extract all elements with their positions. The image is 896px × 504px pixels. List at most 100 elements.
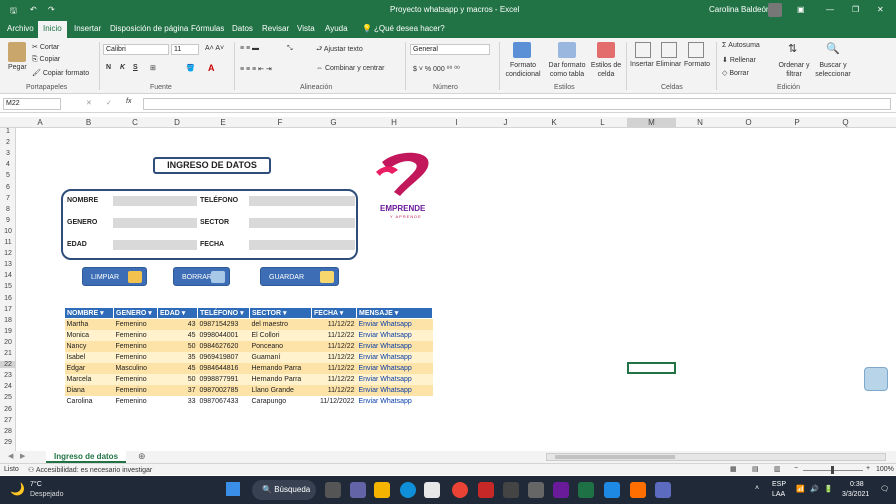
find-select-button[interactable]: Buscar y seleccionar xyxy=(813,61,853,79)
teams-icon[interactable] xyxy=(350,482,366,498)
ribbon-display-icon[interactable]: ▣ xyxy=(797,5,805,14)
sort-filter-icon[interactable]: ⇅ xyxy=(788,42,797,55)
accounting-icon[interactable]: $ ˅ % 000 ⁰⁰ ⁰⁰ xyxy=(413,65,460,73)
sort-filter-button[interactable]: Ordenar y filtrar xyxy=(777,61,811,79)
clock-time[interactable]: 0:38 xyxy=(850,481,864,488)
selected-cell[interactable] xyxy=(627,362,676,374)
column-header[interactable]: P xyxy=(773,118,821,127)
font-name-select[interactable]: Calibri xyxy=(103,44,169,55)
cell-mensaje[interactable]: Enviar Whatsapp xyxy=(356,362,433,374)
autosum-button[interactable]: Σ Autosuma xyxy=(722,42,760,49)
whatsapp-macro-icon[interactable] xyxy=(864,367,888,391)
undo-icon[interactable]: ↶ xyxy=(30,5,37,14)
borrar-button[interactable]: BORRAR xyxy=(173,267,230,286)
clear-button[interactable]: ◇ Borrar xyxy=(722,69,749,77)
taskbar-search[interactable]: 🔍 Búsqueda xyxy=(252,480,316,500)
header-fecha[interactable]: FECHA ▾ xyxy=(311,307,357,319)
tell-me-search[interactable]: ¿Qué desea hacer? xyxy=(374,24,445,33)
tab-datos[interactable]: Datos xyxy=(232,24,253,33)
row-header[interactable]: 29 xyxy=(0,439,16,446)
language[interactable]: ESP xyxy=(772,481,786,488)
row-header[interactable]: 21 xyxy=(0,350,16,357)
column-header[interactable]: N xyxy=(676,118,724,127)
number-format-select[interactable]: General xyxy=(410,44,490,55)
column-header[interactable]: G xyxy=(311,118,356,127)
header-sector[interactable]: SECTOR ▾ xyxy=(249,307,312,319)
app-icon[interactable] xyxy=(528,482,544,498)
language-layout[interactable]: LAA xyxy=(772,491,785,498)
column-header[interactable]: L xyxy=(578,118,627,127)
page-layout-icon[interactable]: ▤ xyxy=(752,465,759,473)
header-telefono[interactable]: TELÉFONO ▾ xyxy=(197,307,250,319)
clock-date[interactable]: 3/3/2021 xyxy=(842,491,869,498)
cell-styles-icon[interactable] xyxy=(597,42,615,58)
zoom-out-icon[interactable]: − xyxy=(794,465,798,472)
row-header[interactable]: 8 xyxy=(0,206,16,213)
horizontal-scrollbar[interactable] xyxy=(546,453,886,461)
save-icon[interactable]: 🖫 xyxy=(10,5,17,19)
column-header[interactable]: I xyxy=(432,118,481,127)
enter-icon[interactable]: ✓ xyxy=(106,99,112,107)
column-header[interactable]: F xyxy=(249,118,311,127)
guardar-button[interactable]: GUARDAR xyxy=(260,267,339,286)
column-header[interactable]: A xyxy=(16,118,64,127)
row-header[interactable]: 19 xyxy=(0,328,16,335)
row-header[interactable]: 18 xyxy=(0,317,16,324)
tab-ayuda[interactable]: Ayuda xyxy=(325,24,348,33)
format-cells-button[interactable]: Formato xyxy=(684,61,710,68)
row-header[interactable]: 20 xyxy=(0,339,16,346)
scrollbar-thumb[interactable] xyxy=(555,455,675,459)
row-header[interactable]: 24 xyxy=(0,383,16,390)
illustrator-icon[interactable] xyxy=(630,482,646,498)
tab-archivo[interactable]: Archivo xyxy=(7,24,34,33)
find-select-icon[interactable]: 🔍 xyxy=(826,42,840,55)
header-mensaje[interactable]: MENSAJE ▾ xyxy=(356,307,433,319)
delete-cells-button[interactable]: Eliminar xyxy=(656,61,681,68)
orientation-icon[interactable]: ⤡ xyxy=(287,45,293,53)
font-grow-icon[interactable]: A˄ A˅ xyxy=(205,45,224,52)
format-cells-icon[interactable] xyxy=(688,42,704,58)
minimize-icon[interactable]: — xyxy=(826,5,834,14)
row-header[interactable]: 23 xyxy=(0,372,16,379)
column-header[interactable]: D xyxy=(157,118,197,127)
file-explorer-icon[interactable] xyxy=(374,482,390,498)
column-header[interactable]: M xyxy=(627,118,676,127)
sector-field[interactable] xyxy=(249,218,355,228)
fill-color-icon[interactable]: 🪣 xyxy=(186,64,195,72)
store-icon[interactable] xyxy=(424,482,440,498)
tab-formulas[interactable]: Fórmulas xyxy=(191,24,224,33)
tab-inicio[interactable]: Inicio xyxy=(38,21,67,38)
row-header[interactable]: 25 xyxy=(0,394,16,401)
insert-cells-button[interactable]: Insertar xyxy=(630,61,654,68)
page-break-icon[interactable]: ▥ xyxy=(774,465,781,473)
zoom-level[interactable]: 100% xyxy=(876,466,894,473)
column-header[interactable]: H xyxy=(356,118,432,127)
header-genero[interactable]: GENERO ▾ xyxy=(113,307,158,319)
name-box[interactable]: M22 xyxy=(3,98,61,110)
row-header[interactable]: 12 xyxy=(0,250,16,257)
zoom-slider-thumb[interactable] xyxy=(831,466,834,474)
sheet-scroll-right-icon[interactable]: ▶ xyxy=(20,452,25,460)
row-header[interactable]: 6 xyxy=(0,184,16,191)
column-header[interactable]: B xyxy=(64,118,113,127)
tab-insertar[interactable]: Insertar xyxy=(74,24,101,33)
italic-button[interactable]: K xyxy=(120,64,125,71)
app-icon[interactable] xyxy=(604,482,620,498)
row-header[interactable]: 2 xyxy=(0,139,16,146)
restore-icon[interactable]: ❐ xyxy=(852,5,859,14)
cell-mensaje[interactable]: Enviar Whatsapp xyxy=(356,351,433,363)
weather-icon[interactable]: 🌙 xyxy=(10,482,25,496)
underline-button[interactable]: S xyxy=(133,64,138,71)
notifications-icon[interactable]: 🗨 xyxy=(880,485,889,493)
row-header[interactable]: 13 xyxy=(0,261,16,268)
cell-mensaje[interactable]: Enviar Whatsapp xyxy=(356,384,433,396)
paste-icon[interactable] xyxy=(8,42,26,62)
borders-icon[interactable]: ⊞ xyxy=(150,64,156,72)
cancel-icon[interactable]: ✕ xyxy=(86,99,92,107)
cell-mensaje[interactable]: Enviar Whatsapp xyxy=(356,329,433,341)
column-header[interactable]: O xyxy=(724,118,773,127)
row-header[interactable]: 22 xyxy=(0,361,16,369)
cell-styles-button[interactable]: Estilos de celda xyxy=(590,61,622,79)
row-header[interactable]: 11 xyxy=(0,239,16,246)
column-header[interactable]: K xyxy=(530,118,578,127)
